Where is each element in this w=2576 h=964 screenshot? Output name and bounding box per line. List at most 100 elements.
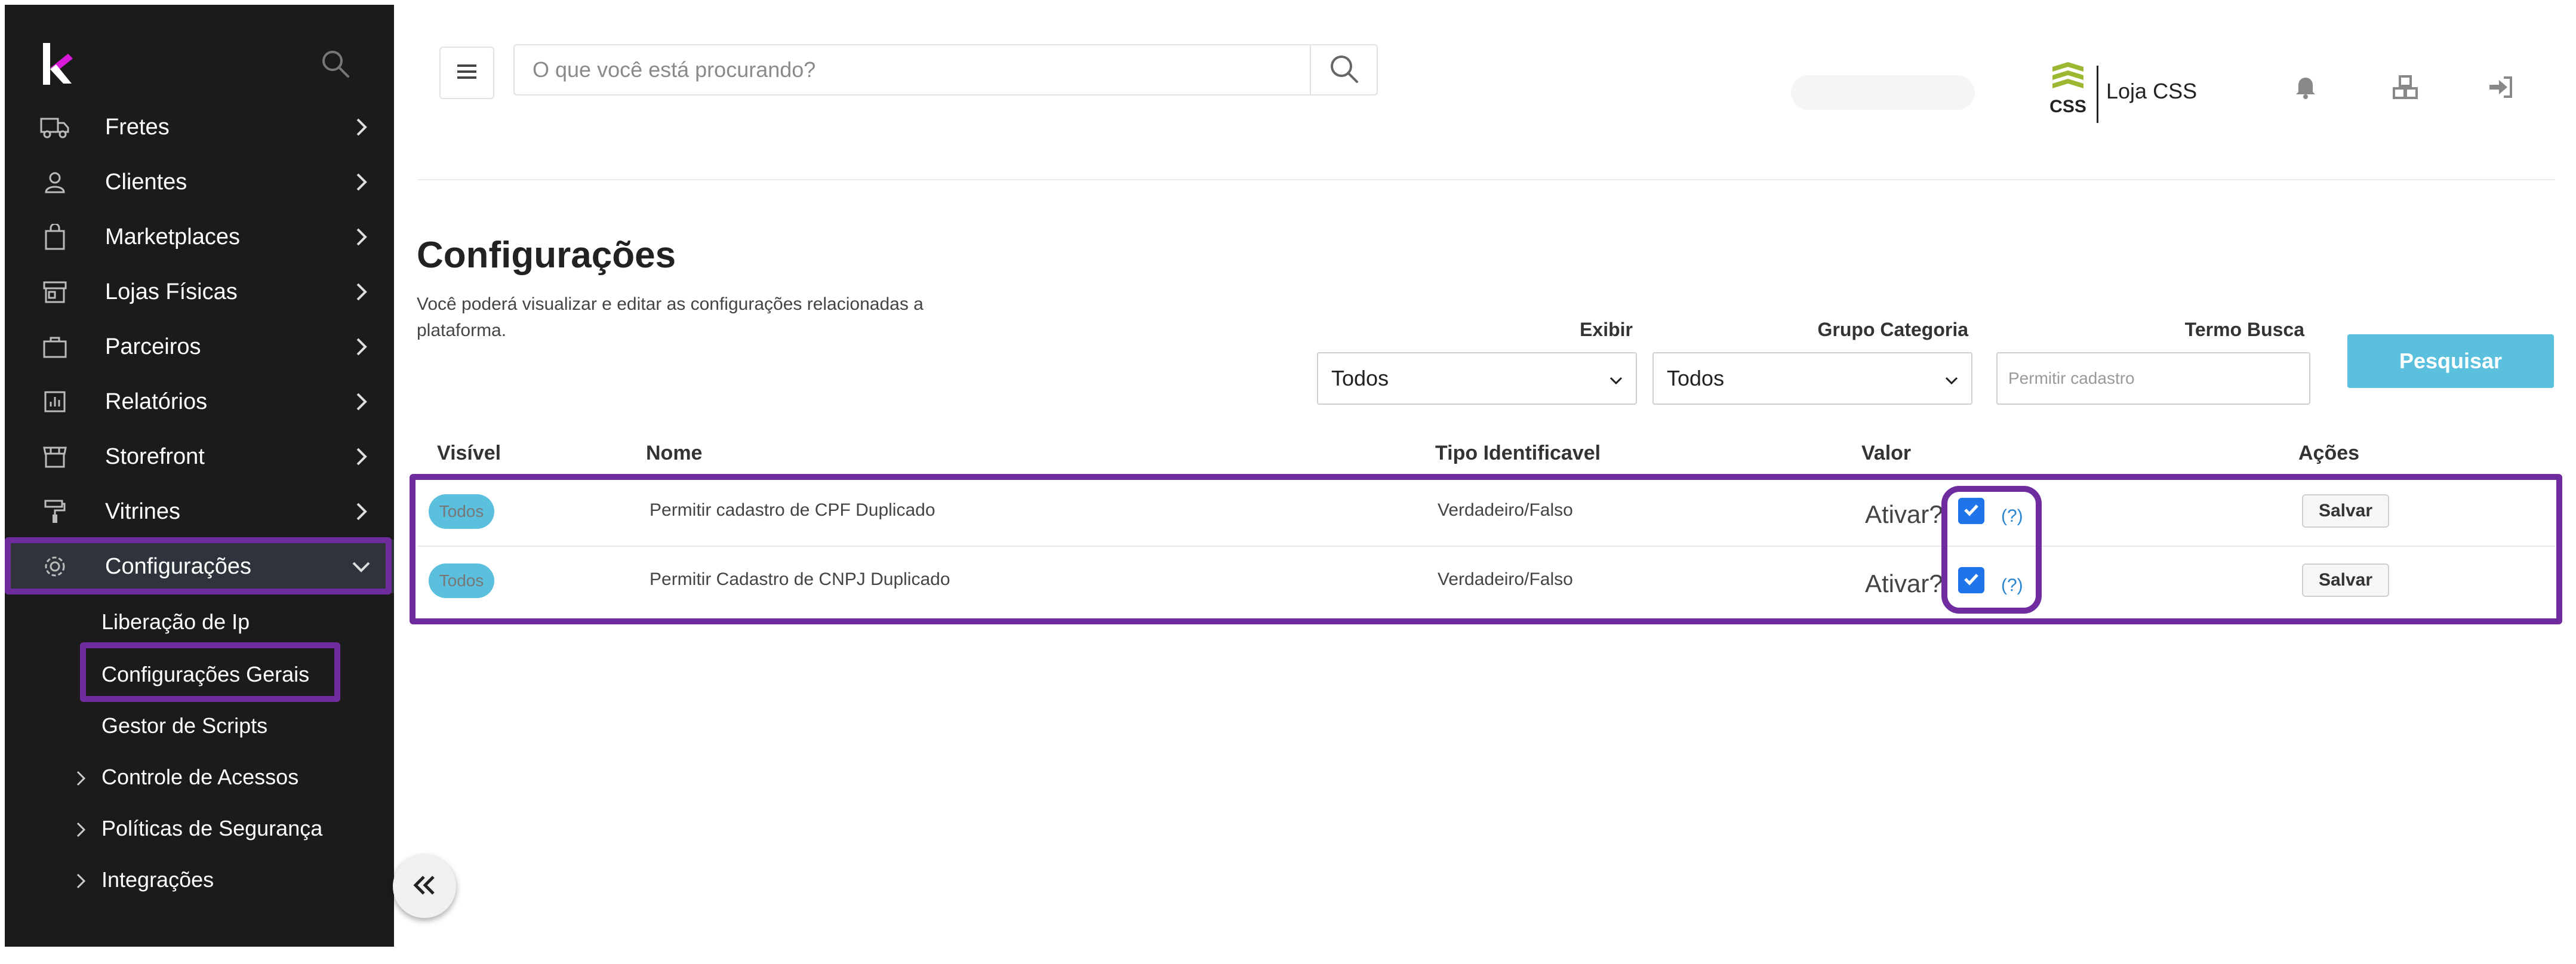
checkmark-icon — [1962, 569, 1981, 592]
grupo-categoria-select-value: Todos — [1667, 366, 1725, 390]
salvar-button[interactable]: Salvar — [2302, 494, 2389, 528]
sidebar-subitem-label: Controle de Acessos — [101, 765, 299, 789]
sidebar-search-icon[interactable] — [318, 47, 354, 82]
column-header-nome: Nome — [646, 442, 703, 464]
sidebar-subitem-integracoes[interactable]: Integrações — [76, 862, 214, 898]
sidebar-subitem-controle-acessos[interactable]: Controle de Acessos — [76, 759, 299, 795]
store-name: Loja CSS — [2106, 79, 2198, 103]
hamburger-icon — [456, 63, 478, 84]
chevron-down-icon — [1943, 370, 1961, 388]
filter-label-grupo-categoria: Grupo Categoria — [1817, 319, 1968, 340]
sidebar-item-lojas-fisicas[interactable]: Lojas Físicas — [5, 265, 394, 319]
highlight-box-checkboxes — [1941, 486, 2042, 614]
double-chevron-left-icon — [411, 873, 438, 900]
chevron-right-icon — [351, 501, 371, 522]
help-link[interactable]: (?) — [2001, 506, 2023, 526]
store-logo-text: CSS — [2049, 97, 2086, 116]
sidebar-item-parceiros[interactable]: Parceiros — [5, 320, 394, 374]
help-link[interactable]: (?) — [2001, 575, 2023, 596]
sidebar-item-label: Lojas Físicas — [105, 279, 238, 304]
truck-icon — [38, 110, 72, 144]
page-title: Configurações — [417, 235, 676, 276]
chevron-right-icon — [351, 282, 371, 302]
sidebar-item-marketplaces[interactable]: Marketplaces — [5, 210, 394, 264]
sidebar-item-configuracoes[interactable]: Configurações — [5, 540, 394, 593]
sidebar-subitem-liberacao-ip[interactable]: Liberação de Ip — [101, 604, 250, 640]
sidebar-subitem-label: Configurações Gerais — [101, 662, 310, 686]
ativar-label: Ativar? — [1865, 500, 1943, 528]
chevron-right-icon — [72, 870, 90, 889]
column-header-tipo: Tipo Identificavel — [1435, 442, 1601, 464]
sidebar-subitem-politicas-seguranca[interactable]: Políticas de Segurança — [76, 811, 322, 846]
page-description: Você poderá visualizar e editar as confi… — [417, 294, 924, 340]
chevron-right-icon — [351, 172, 371, 192]
row-divider — [418, 546, 2555, 547]
store-icon — [38, 275, 72, 309]
sidebar-item-clientes[interactable]: Clientes — [5, 155, 394, 209]
pesquisar-button[interactable]: Pesquisar — [2347, 334, 2554, 388]
sidebar-item-label: Clientes — [105, 169, 187, 195]
sidebar: Fretes Clientes Marketplaces Lojas Físic… — [5, 5, 394, 947]
sidebar-item-label: Configurações — [105, 553, 252, 579]
chevron-right-icon — [72, 768, 90, 786]
menu-button[interactable] — [439, 47, 494, 99]
storefront-icon — [38, 440, 72, 473]
setting-type: Verdadeiro/Falso — [1438, 500, 1573, 520]
chevron-down-icon — [1607, 370, 1625, 388]
ativar-checkbox[interactable] — [1958, 567, 1984, 593]
highlight-box-rows — [410, 474, 2562, 624]
setting-name: Permitir cadastro de CPF Duplicado — [650, 500, 935, 520]
grupo-categoria-select[interactable]: Todos — [1652, 352, 1972, 405]
cubes-icon[interactable] — [2392, 75, 2423, 106]
sidebar-item-label: Storefront — [105, 443, 205, 469]
search-input[interactable] — [533, 45, 1303, 94]
logout-icon[interactable] — [2487, 75, 2518, 106]
column-header-valor: Valor — [1861, 442, 1912, 464]
user-icon — [38, 165, 72, 199]
setting-name: Permitir Cadastro de CNPJ Duplicado — [650, 569, 950, 589]
sidebar-item-storefront[interactable]: Storefront — [5, 430, 394, 483]
paint-roller-icon — [38, 495, 72, 528]
sidebar-item-label: Vitrines — [105, 498, 181, 524]
sidebar-item-relatorios[interactable]: Relatórios — [5, 375, 394, 429]
filter-label-termo-busca: Termo Busca — [2184, 319, 2304, 340]
filter-label-exibir: Exibir — [1580, 319, 1633, 340]
chevron-right-icon — [351, 117, 371, 137]
sidebar-subitem-label: Integrações — [101, 867, 214, 892]
search-button[interactable] — [1310, 45, 1377, 94]
sidebar-item-label: Fretes — [105, 114, 170, 140]
gear-icon — [38, 550, 72, 583]
chevron-down-icon — [351, 556, 371, 577]
search-icon — [1328, 53, 1359, 87]
termo-busca-input[interactable] — [1996, 352, 2310, 405]
exibir-select-value: Todos — [1331, 366, 1389, 390]
sidebar-subitem-gestor-scripts[interactable]: Gestor de Scripts — [101, 708, 267, 744]
sidebar-item-vitrines[interactable]: Vitrines — [5, 485, 394, 538]
exibir-select[interactable]: Todos — [1317, 352, 1637, 405]
global-search — [513, 44, 1378, 96]
brand-logo-icon[interactable] — [41, 41, 76, 88]
collapse-sidebar-button[interactable] — [393, 855, 456, 918]
checkmark-icon — [1962, 500, 1981, 522]
chevron-right-icon — [351, 392, 371, 412]
sidebar-subitem-configuracoes-gerais[interactable]: Configurações Gerais — [101, 657, 309, 692]
ativar-checkbox[interactable] — [1958, 498, 1984, 524]
visibility-badge: Todos — [429, 563, 494, 598]
ativar-label: Ativar? — [1865, 569, 1943, 598]
header-divider — [418, 179, 2555, 180]
setting-type: Verdadeiro/Falso — [1438, 569, 1573, 589]
sidebar-item-fretes[interactable]: Fretes — [5, 100, 394, 154]
column-header-visivel: Visível — [437, 442, 501, 464]
chevron-right-icon — [351, 227, 371, 247]
shopping-bag-icon — [38, 220, 72, 254]
salvar-button[interactable]: Salvar — [2302, 563, 2389, 597]
column-header-acoes: Ações — [2298, 442, 2360, 464]
report-icon — [38, 385, 72, 418]
chevron-right-icon — [351, 337, 371, 357]
sidebar-item-label: Parceiros — [105, 334, 201, 359]
store-logo: CSS — [2044, 61, 2116, 127]
store-divider — [2097, 66, 2098, 123]
notifications-bell-icon[interactable] — [2292, 73, 2323, 104]
loading-placeholder — [1791, 75, 1975, 110]
visibility-badge: Todos — [429, 494, 494, 529]
